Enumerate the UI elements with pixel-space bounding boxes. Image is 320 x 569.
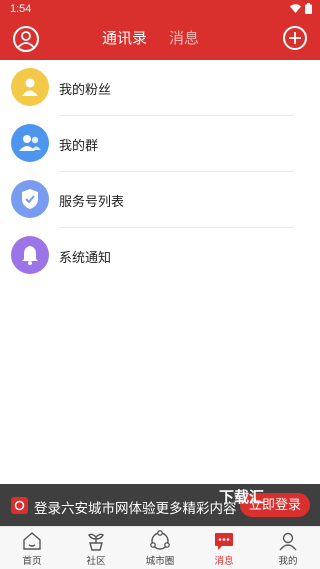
list-item-label: 我的粉丝 — [59, 82, 112, 97]
shield-check-icon — [11, 180, 49, 218]
status-bar: 1:54 — [0, 0, 320, 18]
watermark-text: 下载汇 — [219, 489, 265, 506]
bell-icon — [11, 236, 49, 274]
city-circle-icon — [149, 530, 171, 552]
banner-text: 登录六安城市网体验更多精彩内容 — [34, 501, 237, 516]
battery-icon — [305, 3, 312, 14]
list-item-label: 我的群 — [59, 138, 99, 153]
list-item-fans[interactable]: 我的粉丝 — [0, 60, 320, 116]
nav-label: 首页 — [22, 556, 42, 567]
nav-label: 城市圈 — [145, 556, 175, 567]
header-tabs: 通讯录 消息 — [102, 30, 199, 48]
tab-messages[interactable]: 消息 — [169, 30, 199, 48]
nav-city-circle[interactable]: 城市圈 — [128, 527, 192, 569]
sprout-icon — [85, 530, 107, 552]
list-item-label: 系统通知 — [59, 250, 112, 265]
login-banner: 登录六安城市网体验更多精彩内容 立即登录 — [0, 484, 320, 526]
fans-icon — [11, 68, 49, 106]
list-item-label: 服务号列表 — [59, 194, 125, 209]
tab-contacts[interactable]: 通讯录 — [102, 30, 147, 48]
plus-icon — [289, 32, 301, 44]
home-icon — [21, 530, 43, 552]
nav-label: 社区 — [86, 556, 106, 567]
add-button[interactable] — [283, 26, 307, 50]
group-icon — [11, 124, 49, 162]
message-icon — [213, 530, 235, 552]
list-item-groups[interactable]: 我的群 — [0, 116, 320, 172]
list-item-system-notice[interactable]: 系统通知 — [0, 228, 320, 284]
person-icon — [277, 530, 299, 552]
contact-list: 我的粉丝 我的群 服务号列表 系统通知 — [0, 60, 320, 284]
app-header: 1:54 通讯录 消息 — [0, 0, 320, 60]
nav-label: 我的 — [278, 556, 298, 567]
profile-avatar-button[interactable] — [13, 26, 39, 52]
nav-home[interactable]: 首页 — [0, 527, 64, 569]
status-time: 1:54 — [10, 3, 32, 15]
nav-mine[interactable]: 我的 — [256, 527, 320, 569]
app-logo-icon — [11, 497, 28, 514]
nav-community[interactable]: 社区 — [64, 527, 128, 569]
nav-label: 消息 — [214, 556, 234, 567]
list-item-service-accounts[interactable]: 服务号列表 — [0, 172, 320, 228]
nav-messages[interactable]: 消息 — [192, 527, 256, 569]
status-icons — [290, 3, 312, 14]
wifi-icon — [290, 4, 301, 13]
bottom-nav: 首页 社区 城市圈 消息 我的 — [0, 526, 320, 569]
person-icon — [17, 31, 35, 48]
